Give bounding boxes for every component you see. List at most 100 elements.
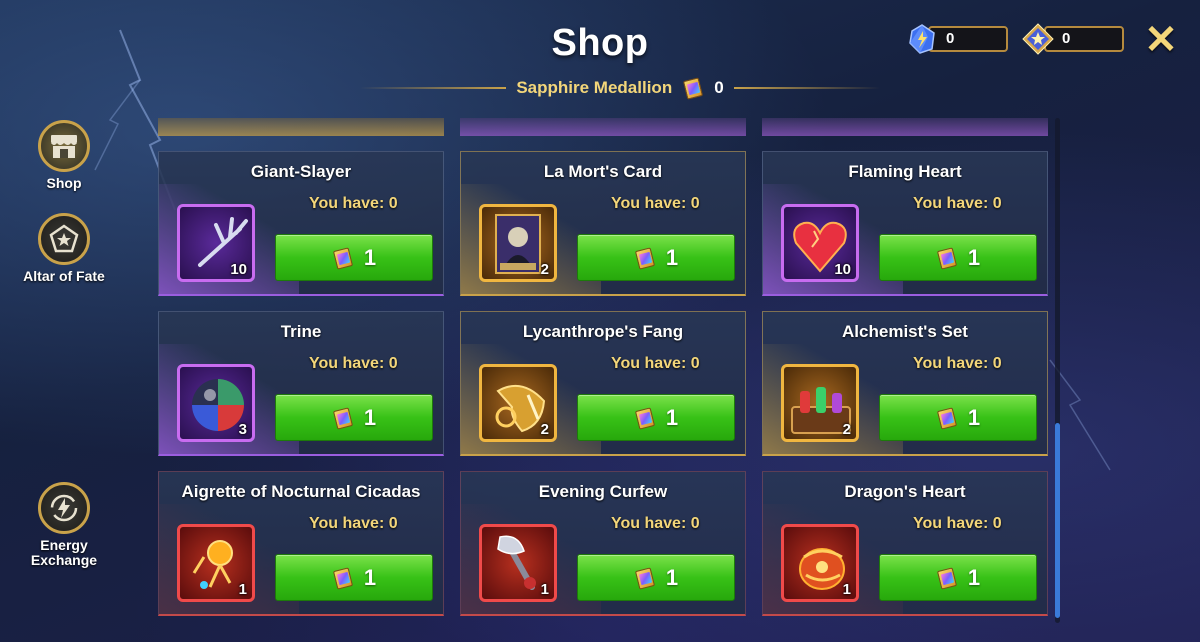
item-owned-count: You have: 0 bbox=[913, 195, 1002, 212]
buy-price: 1 bbox=[665, 404, 679, 430]
item-name: Aigrette of Nocturnal Cicadas bbox=[181, 482, 421, 501]
close-button[interactable]: ✕ bbox=[1142, 20, 1180, 60]
item-name: Evening Curfew bbox=[538, 482, 668, 501]
aigrette-icon[interactable]: 1 bbox=[177, 524, 255, 602]
shop-icon bbox=[38, 120, 90, 172]
shop-grid[interactable]: Giant-Slayer You have: 0 10 1 La Mort's … bbox=[158, 118, 1050, 618]
item-owned-count: You have: 0 bbox=[309, 355, 398, 372]
buy-button[interactable]: 1 bbox=[577, 394, 735, 441]
buy-price: 1 bbox=[363, 564, 377, 590]
shop-item-card: Dragon's Heart You have: 0 1 1 bbox=[762, 471, 1048, 616]
sapphire-medallion-icon bbox=[634, 406, 656, 430]
scrollbar[interactable] bbox=[1055, 118, 1060, 623]
item-owned-count: You have: 0 bbox=[913, 355, 1002, 372]
item-quantity: 2 bbox=[540, 261, 549, 278]
sapphire-medallion-icon bbox=[634, 246, 656, 270]
buy-button[interactable]: 1 bbox=[879, 394, 1037, 441]
energy-value: 0 bbox=[928, 26, 1008, 52]
previous-row-card bbox=[762, 118, 1048, 136]
shop-item-card: Evening Curfew You have: 0 1 1 bbox=[460, 471, 746, 616]
item-quantity: 3 bbox=[238, 421, 247, 438]
item-quantity: 2 bbox=[540, 421, 549, 438]
shop-item-card: Giant-Slayer You have: 0 10 1 bbox=[158, 151, 444, 296]
scrollbar-thumb[interactable] bbox=[1055, 423, 1060, 618]
pentagon-star-icon bbox=[38, 213, 90, 265]
buy-price: 1 bbox=[665, 564, 679, 590]
buy-price: 1 bbox=[967, 404, 981, 430]
buy-price: 1 bbox=[363, 404, 377, 430]
curfew-axe-icon[interactable]: 1 bbox=[479, 524, 557, 602]
dragon-heart-icon[interactable]: 1 bbox=[781, 524, 859, 602]
item-quantity: 1 bbox=[238, 581, 247, 598]
shop-item-card: Alchemist's Set You have: 0 2 1 bbox=[762, 311, 1048, 456]
item-name: Trine bbox=[280, 322, 322, 341]
item-quantity: 2 bbox=[842, 421, 851, 438]
antler-blade-icon[interactable]: 10 bbox=[177, 204, 255, 282]
sidebar-item-shop[interactable]: Shop bbox=[14, 120, 114, 191]
buy-button[interactable]: 1 bbox=[879, 234, 1037, 281]
buy-button[interactable]: 1 bbox=[275, 554, 433, 601]
currency-subtitle: Sapphire Medallion 0 bbox=[360, 74, 881, 102]
item-owned-count: You have: 0 bbox=[611, 195, 700, 212]
sapphire-medallion-icon bbox=[936, 566, 958, 590]
shop-item-card: La Mort's Card You have: 0 2 1 bbox=[460, 151, 746, 296]
sidebar-item-label: Shop bbox=[46, 175, 82, 191]
previous-row-card bbox=[158, 118, 444, 136]
sidebar-item-label: Energy Exchange bbox=[30, 537, 98, 568]
item-quantity: 1 bbox=[540, 581, 549, 598]
currency-name: Sapphire Medallion bbox=[516, 78, 673, 97]
fang-icon[interactable]: 2 bbox=[479, 364, 557, 442]
item-name: La Mort's Card bbox=[543, 162, 663, 181]
item-owned-count: You have: 0 bbox=[611, 355, 700, 372]
item-name: Dragon's Heart bbox=[844, 482, 966, 501]
sidebar-item-energy-exchange[interactable]: Energy Exchange bbox=[14, 482, 114, 568]
buy-button[interactable]: 1 bbox=[577, 554, 735, 601]
page-title: Shop bbox=[551, 22, 649, 64]
sidebar-item-altar-of-fate[interactable]: Altar of Fate bbox=[14, 213, 114, 284]
death-card-icon[interactable]: 2 bbox=[479, 204, 557, 282]
buy-button[interactable]: 1 bbox=[275, 394, 433, 441]
energy-currency[interactable]: 0 bbox=[906, 24, 1008, 54]
divider bbox=[733, 87, 881, 89]
sapphire-medallion-icon bbox=[936, 406, 958, 430]
sapphire-medallion-icon bbox=[332, 406, 354, 430]
sapphire-medallion-icon bbox=[332, 566, 354, 590]
lightning-exchange-icon bbox=[38, 482, 90, 534]
sapphire-medallion-icon bbox=[936, 246, 958, 270]
emblem-value: 0 bbox=[1044, 26, 1124, 52]
sapphire-medallion-icon bbox=[634, 566, 656, 590]
previous-row-card bbox=[460, 118, 746, 136]
star-emblem-icon bbox=[1022, 23, 1054, 55]
item-owned-count: You have: 0 bbox=[913, 515, 1002, 532]
buy-button[interactable]: 1 bbox=[879, 554, 1037, 601]
sidebar-item-label: Altar of Fate bbox=[23, 268, 105, 284]
shop-item-card: Lycanthrope's Fang You have: 0 2 1 bbox=[460, 311, 746, 456]
sapphire-medallion-icon bbox=[682, 77, 704, 100]
divider bbox=[360, 87, 507, 89]
buy-price: 1 bbox=[967, 244, 981, 270]
flaming-heart-icon[interactable]: 10 bbox=[781, 204, 859, 282]
potion-set-icon[interactable]: 2 bbox=[781, 364, 859, 442]
item-quantity: 10 bbox=[834, 261, 851, 278]
buy-price: 1 bbox=[967, 564, 981, 590]
buy-button[interactable]: 1 bbox=[577, 234, 735, 281]
sapphire-medallion-icon bbox=[332, 246, 354, 270]
buy-button[interactable]: 1 bbox=[275, 234, 433, 281]
emblem-currency[interactable]: 0 bbox=[1022, 23, 1124, 55]
energy-gem-icon bbox=[909, 24, 935, 54]
item-owned-count: You have: 0 bbox=[611, 515, 700, 532]
buy-price: 1 bbox=[363, 244, 377, 270]
item-owned-count: You have: 0 bbox=[309, 195, 398, 212]
item-name: Flaming Heart bbox=[848, 162, 962, 181]
currency-count: 0 bbox=[714, 78, 724, 97]
item-quantity: 1 bbox=[842, 581, 851, 598]
item-quantity: 10 bbox=[230, 261, 247, 278]
shop-item-card: Flaming Heart You have: 0 10 1 bbox=[762, 151, 1048, 296]
item-owned-count: You have: 0 bbox=[309, 515, 398, 532]
tri-orb-icon[interactable]: 3 bbox=[177, 364, 255, 442]
buy-price: 1 bbox=[665, 244, 679, 270]
item-name: Giant-Slayer bbox=[250, 162, 352, 181]
item-name: Lycanthrope's Fang bbox=[522, 322, 684, 341]
item-name: Alchemist's Set bbox=[842, 322, 968, 341]
shop-item-card: Trine You have: 0 3 1 bbox=[158, 311, 444, 456]
